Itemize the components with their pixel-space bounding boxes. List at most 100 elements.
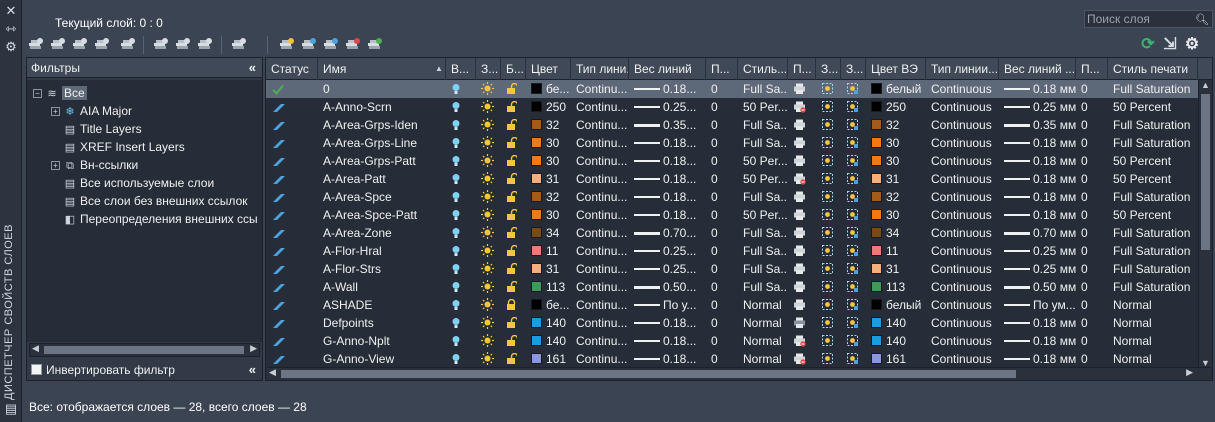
freeze-sun-icon[interactable]: [476, 206, 501, 224]
layer-on-bulb-icon[interactable]: [446, 98, 476, 116]
vp-plot-style[interactable]: Full Saturation: [1108, 116, 1196, 134]
vp-transparency[interactable]: 0: [1076, 80, 1108, 98]
linetype[interactable]: Continu...: [571, 350, 629, 368]
filter-tree-item[interactable]: ▤ Все слои без внешних ссылок: [51, 192, 248, 210]
layer-color[interactable]: 30: [526, 152, 571, 170]
new-vp-freeze-icon[interactable]: [841, 188, 866, 206]
vp-color[interactable]: 32: [866, 116, 926, 134]
vp-lineweight[interactable]: 0.35 мм: [999, 116, 1076, 134]
layer-color[interactable]: 30: [526, 206, 571, 224]
scroll-thumb[interactable]: [281, 370, 1016, 378]
lineweight[interactable]: 0.18...: [629, 170, 706, 188]
vp-lineweight[interactable]: 0.25 мм: [999, 242, 1076, 260]
table-row[interactable]: A-Area-Patt 31 Continu... 0.18... 0 50 Per...…: [266, 170, 1212, 188]
vp-linetype[interactable]: Continuous: [926, 134, 999, 152]
linetype[interactable]: Continu...: [571, 170, 629, 188]
lock-open-icon[interactable]: [501, 188, 526, 206]
vp-lineweight[interactable]: 0.18 мм: [999, 134, 1076, 152]
layer-name[interactable]: G-Anno-Nplt: [318, 332, 446, 350]
transparency[interactable]: 0: [706, 134, 738, 152]
vp-color[interactable]: 32: [866, 188, 926, 206]
vp-plot-style[interactable]: Full Saturation: [1108, 242, 1196, 260]
freeze-sun-icon[interactable]: [476, 350, 501, 368]
transparency[interactable]: 0: [706, 350, 738, 368]
linetype[interactable]: Continu...: [571, 80, 629, 98]
freeze-sun-icon[interactable]: [476, 314, 501, 332]
column-header[interactable]: Тип линии...: [926, 58, 999, 80]
freeze-sun-icon[interactable]: [476, 116, 501, 134]
vp-color[interactable]: 30: [866, 134, 926, 152]
layer-on-bulb-icon[interactable]: [446, 350, 476, 368]
layer-color[interactable]: бе...: [526, 296, 571, 314]
layer-name[interactable]: G-Anno-View: [318, 350, 446, 368]
vp-freeze-icon[interactable]: [816, 314, 841, 332]
lineweight[interactable]: 0.18...: [629, 206, 706, 224]
linetype[interactable]: Continu...: [571, 314, 629, 332]
linetype[interactable]: Continu...: [571, 224, 629, 242]
freeze-sun-icon[interactable]: [476, 332, 501, 350]
lineweight[interactable]: 0.18...: [629, 152, 706, 170]
linetype[interactable]: Continu...: [571, 296, 629, 314]
vp-color[interactable]: 140: [866, 332, 926, 350]
vp-transparency[interactable]: 0: [1076, 332, 1108, 350]
printer-icon[interactable]: [788, 134, 816, 152]
vp-plot-style[interactable]: Normal: [1108, 296, 1196, 314]
vp-color[interactable]: 250: [866, 98, 926, 116]
freeze-sun-icon[interactable]: [476, 242, 501, 260]
printer-icon[interactable]: [788, 242, 816, 260]
linetype[interactable]: Continu...: [571, 188, 629, 206]
vp-freeze-icon[interactable]: [816, 260, 841, 278]
plot-style[interactable]: Full Sa...: [738, 116, 788, 134]
lock-open-icon[interactable]: [501, 278, 526, 296]
freeze-sun-icon[interactable]: [476, 80, 501, 98]
layer-on-bulb-icon[interactable]: [446, 80, 476, 98]
vp-transparency[interactable]: 0: [1076, 314, 1108, 332]
new-vp-freeze-icon[interactable]: [841, 332, 866, 350]
lock-open-icon[interactable]: [501, 260, 526, 278]
no-plot-printer-icon[interactable]: [788, 170, 816, 188]
vp-transparency[interactable]: 0: [1076, 350, 1108, 368]
column-header[interactable]: Статус: [266, 58, 318, 80]
linetype[interactable]: Continu...: [571, 134, 629, 152]
plot-style[interactable]: Full Sa...: [738, 188, 788, 206]
new-layer-frozen-icon[interactable]: [279, 37, 295, 51]
scroll-right-icon[interactable]: ▶: [250, 343, 257, 354]
invert-filter-checkbox[interactable]: [31, 364, 42, 375]
filter-tree-item[interactable]: ▤ Title Layers: [51, 120, 142, 138]
vp-plot-style[interactable]: Full Saturation: [1108, 278, 1196, 296]
vp-plot-style[interactable]: Full Saturation: [1108, 260, 1196, 278]
scroll-up-icon[interactable]: ▲: [1201, 80, 1210, 90]
auto-hide-icon[interactable]: ⇿: [4, 22, 18, 36]
column-header[interactable]: В...: [446, 58, 476, 80]
transparency[interactable]: 0: [706, 116, 738, 134]
lock-open-icon[interactable]: [501, 332, 526, 350]
vp-transparency[interactable]: 0: [1076, 98, 1108, 116]
layer-name[interactable]: A-Area-Spce-Patt: [318, 206, 446, 224]
freeze-sun-icon[interactable]: [476, 296, 501, 314]
filter-tree-item[interactable]: + ❄ AIA Major: [51, 102, 132, 120]
linetype[interactable]: Continu...: [571, 206, 629, 224]
vp-color[interactable]: белый: [866, 296, 926, 314]
vp-transparency[interactable]: 0: [1076, 206, 1108, 224]
new-vp-freeze-icon[interactable]: [841, 80, 866, 98]
new-group-filter-icon[interactable]: [50, 37, 66, 51]
expand-icon[interactable]: +: [51, 107, 60, 116]
vp-linetype[interactable]: Continuous: [926, 350, 999, 368]
vp-freeze-icon[interactable]: [816, 350, 841, 368]
linetype[interactable]: Continu...: [571, 116, 629, 134]
linetype[interactable]: Continu...: [571, 152, 629, 170]
layer-on-bulb-icon[interactable]: [446, 314, 476, 332]
new-vp-freeze-icon[interactable]: [841, 152, 866, 170]
layer-color[interactable]: 161: [526, 350, 571, 368]
plot-style[interactable]: 50 Per...: [738, 98, 788, 116]
column-header[interactable]: Цвет: [526, 58, 571, 80]
plot-style[interactable]: Full Sa...: [738, 80, 788, 98]
plot-style[interactable]: Normal: [738, 332, 788, 350]
plot-style[interactable]: Full Sa...: [738, 278, 788, 296]
vp-linetype[interactable]: Continuous: [926, 332, 999, 350]
new-vp-freeze-icon[interactable]: [841, 260, 866, 278]
layer-on-bulb-icon[interactable]: [446, 260, 476, 278]
lineweight[interactable]: 0.50...: [629, 278, 706, 296]
vp-transparency[interactable]: 0: [1076, 260, 1108, 278]
filter-tree-item[interactable]: ▤ Все используемые слои: [51, 174, 214, 192]
